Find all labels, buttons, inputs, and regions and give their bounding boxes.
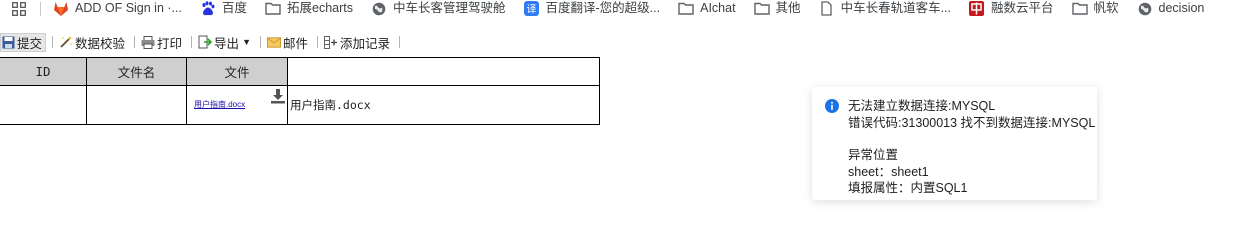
magic-wand-icon	[59, 35, 73, 49]
bookmark-decision[interactable]: decision	[1137, 0, 1205, 17]
extra-filename-text: 用户指南.docx	[290, 98, 371, 112]
cell-filename[interactable]	[86, 85, 187, 125]
bookmark-label: 百度	[221, 1, 247, 15]
bookmark-gitlab[interactable]: ADD OF Sign in ·...	[53, 0, 182, 17]
globe-icon	[371, 1, 387, 17]
bookmark-label: decision	[1158, 1, 1205, 15]
validate-button[interactable]: 数据校验	[59, 32, 128, 52]
bookmark-baidu[interactable]: 百度	[200, 0, 247, 17]
file-link[interactable]: 用户指南.docx	[194, 99, 245, 110]
add-record-icon	[324, 35, 338, 49]
page-icon	[819, 1, 835, 17]
caret-down-icon: ▼	[242, 37, 251, 47]
submit-button[interactable]: 提交	[0, 32, 47, 52]
add-record-label: 添加记录	[340, 36, 391, 51]
toolbar-separator	[259, 36, 261, 48]
notification-fill-attr: 填报属性：内置SQL1	[848, 181, 968, 195]
toolbar-separator	[317, 36, 318, 48]
notification-sheet: sheet：sheet1	[848, 164, 929, 179]
bookmarks-bar: ADD OF Sign in ·... 百度 拓展echarts 中车长客管理驾…	[0, 0, 1239, 17]
bookmark-label: 融数云平台	[990, 1, 1054, 15]
table-header-row: ID 文件名 文件	[0, 57, 600, 86]
apps-grid-icon[interactable]	[0, 0, 40, 17]
toolbar-separator	[191, 36, 193, 48]
cell-file: 用户指南.docx	[186, 85, 288, 125]
bookmark-other[interactable]: 其他	[753, 0, 801, 17]
baidu-paw-icon	[200, 1, 216, 17]
notification-title: 无法建立数据连接:MYSQL	[848, 99, 996, 113]
mail-button[interactable]: 邮件	[266, 32, 311, 52]
print-button[interactable]: 打印	[141, 32, 185, 52]
header-filename: 文件名	[86, 57, 187, 86]
folder-icon	[265, 1, 281, 17]
info-icon	[825, 99, 839, 113]
bookmark-crrc-page[interactable]: 中车长春轨道客车...	[819, 0, 951, 17]
export-dropdown[interactable]: 导出 ▼	[198, 32, 254, 52]
svg-text:译: 译	[527, 4, 537, 16]
table-row: 用户指南.docx 用户指南.docx	[0, 85, 600, 125]
header-file: 文件	[186, 57, 288, 86]
error-notification: 无法建立数据连接:MYSQL 错误代码:31300013 找不到数据连接:MYS…	[812, 87, 1097, 200]
notification-location-label: 异常位置	[848, 148, 899, 162]
bookmark-label: 中车长春轨道客车...	[840, 1, 951, 15]
bookmark-echarts[interactable]: 拓展echarts	[265, 0, 353, 17]
notification-body: 无法建立数据连接:MYSQL 错误代码:31300013 找不到数据连接:MYS…	[848, 98, 1095, 197]
toolbar-separator	[399, 36, 401, 48]
folder-icon	[678, 1, 694, 17]
add-record-button[interactable]: 添加记录	[324, 32, 393, 52]
toolbar-separator	[52, 36, 54, 48]
save-disk-icon	[1, 35, 15, 49]
folder-icon	[1071, 1, 1088, 17]
report-toolbar: 提交 数据校验 打印 导出 ▼ 邮件 添加记录	[0, 31, 406, 53]
translate-icon: 译	[524, 1, 540, 17]
header-extra	[287, 57, 600, 86]
bookmark-label: AIchat	[700, 1, 736, 15]
globe-icon	[1137, 1, 1153, 17]
cell-extra: 用户指南.docx	[287, 85, 600, 125]
mail-label: 邮件	[282, 36, 308, 51]
envelope-icon	[266, 35, 281, 49]
download-icon[interactable]	[270, 88, 286, 104]
bookmark-label: 中车长客管理驾驶舱	[393, 1, 506, 15]
report-table: ID 文件名 文件 用户指南.docx 用户指南.docx	[0, 57, 600, 125]
bookmark-fanruan[interactable]: 帆软	[1071, 0, 1119, 17]
export-icon	[198, 35, 213, 49]
bookmark-label: 拓展echarts	[287, 1, 353, 15]
crrc-logo-icon	[969, 1, 985, 17]
bookmark-aichat[interactable]: AIchat	[678, 0, 736, 17]
export-label: 导出	[214, 36, 240, 51]
validate-label: 数据校验	[75, 36, 126, 51]
bookmark-label: 百度翻译-您的超级...	[545, 1, 661, 15]
folder-icon	[753, 1, 770, 17]
header-id: ID	[0, 57, 87, 86]
notification-error-code: 错误代码:31300013 找不到数据连接:MYSQL	[848, 115, 1096, 130]
bookmarks-separator	[40, 1, 41, 16]
bookmark-rongshu-cloud[interactable]: 融数云平台	[969, 0, 1054, 17]
bookmark-label: ADD OF Sign in ·...	[75, 1, 182, 15]
submit-label: 提交	[17, 36, 43, 51]
gitlab-icon	[53, 1, 69, 17]
printer-icon	[141, 35, 155, 49]
cell-id[interactable]	[0, 85, 87, 125]
bookmark-cockpit[interactable]: 中车长客管理驾驶舱	[371, 0, 506, 17]
toolbar-separator	[134, 36, 136, 48]
bookmark-label: 其他	[775, 1, 801, 15]
bookmark-baidu-translate[interactable]: 译 百度翻译-您的超级...	[524, 0, 661, 17]
notification-spacer	[848, 131, 1095, 147]
bookmark-label: 帆软	[1093, 1, 1119, 15]
print-label: 打印	[157, 36, 183, 51]
